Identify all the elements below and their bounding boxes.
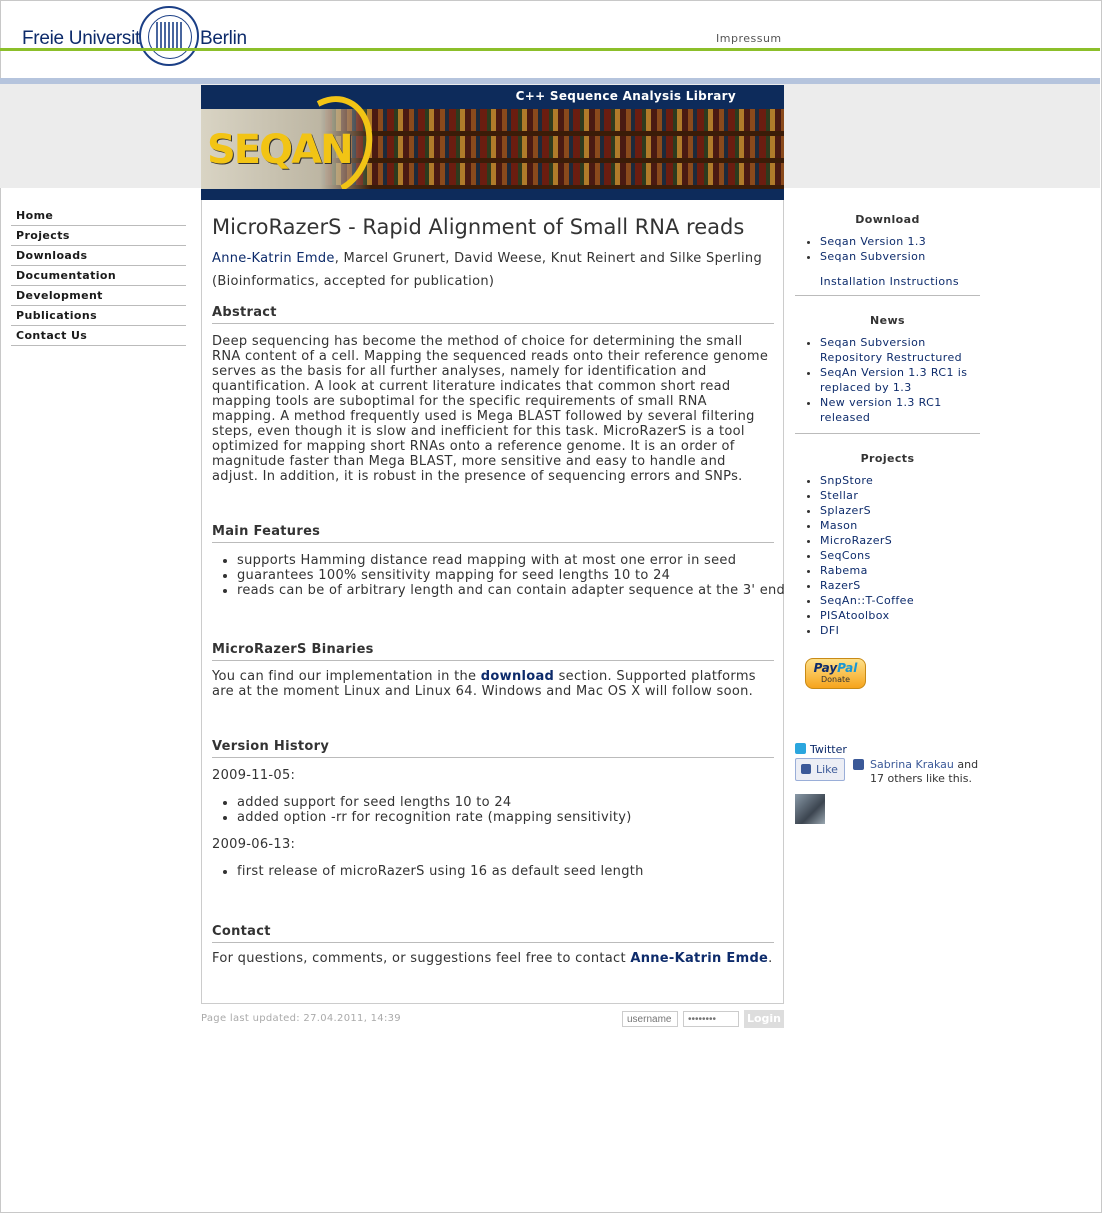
project-link[interactable]: DFI bbox=[820, 624, 839, 637]
list-item: Seqan Subversion bbox=[820, 249, 980, 264]
list-item: Seqan Subversion Repository Restructured bbox=[820, 335, 980, 365]
twitter-link[interactable]: Twitter bbox=[810, 743, 847, 756]
list-item: Mason bbox=[820, 518, 980, 533]
list-item: added support for seed lengths 10 to 24 bbox=[237, 795, 774, 810]
project-link[interactable]: Rabema bbox=[820, 564, 868, 577]
author-link[interactable]: Anne-Katrin Emde bbox=[212, 251, 335, 266]
fu-logo-right: Berlin bbox=[200, 28, 247, 49]
project-link[interactable]: Stellar bbox=[820, 489, 858, 502]
main-nav: Home Projects Downloads Documentation De… bbox=[11, 207, 186, 347]
contact-link[interactable]: Anne-Katrin Emde bbox=[630, 951, 768, 966]
nav-item-documentation[interactable]: Documentation bbox=[11, 267, 186, 286]
download-list: Seqan Version 1.3 Seqan Subversion bbox=[795, 234, 980, 264]
banner-tagline: C++ Sequence Analysis Library bbox=[515, 89, 736, 103]
list-item: MicroRazerS bbox=[820, 533, 980, 548]
contact-heading: Contact bbox=[212, 924, 774, 943]
password-input[interactable] bbox=[683, 1011, 739, 1027]
project-link[interactable]: SnpStore bbox=[820, 474, 873, 487]
seqan-banner: C++ Sequence Analysis Library SEQAN bbox=[201, 85, 784, 200]
binaries-heading: MicroRazerS Binaries bbox=[212, 642, 774, 661]
facebook-like-button[interactable]: Like bbox=[795, 758, 845, 781]
project-link[interactable]: RazerS bbox=[820, 579, 861, 592]
fb-friend-link[interactable]: Sabrina Krakau bbox=[870, 758, 954, 771]
list-item: DFI bbox=[820, 623, 980, 638]
username-input[interactable] bbox=[622, 1011, 678, 1027]
list-item: added option -rr for recognition rate (m… bbox=[237, 810, 774, 825]
list-item: guarantees 100% sensitivity mapping for … bbox=[237, 568, 774, 583]
list-item: RazerS bbox=[820, 578, 980, 593]
features-heading: Main Features bbox=[212, 524, 774, 543]
download-heading: Download bbox=[855, 213, 920, 226]
projects-list: SnpStore Stellar SplazerS Mason MicroRaz… bbox=[795, 473, 980, 638]
install-instructions-link[interactable]: Installation Instructions bbox=[820, 275, 959, 288]
project-link[interactable]: SeqAn::T-Coffee bbox=[820, 594, 914, 607]
list-item: New version 1.3 RC1 released bbox=[820, 395, 980, 425]
projects-heading: Projects bbox=[860, 452, 915, 465]
avatar[interactable] bbox=[795, 794, 825, 824]
news-heading: News bbox=[870, 314, 905, 327]
sidebar-link[interactable]: Seqan Subversion bbox=[820, 250, 926, 263]
abstract-text: Deep sequencing has become the method of… bbox=[212, 334, 769, 484]
impressum-link[interactable]: Impressum bbox=[716, 32, 782, 45]
news-list: Seqan Subversion Repository Restructured… bbox=[795, 335, 980, 425]
history-list: added support for seed lengths 10 to 24 … bbox=[212, 795, 774, 825]
login-button[interactable]: Login bbox=[744, 1010, 784, 1028]
list-item: SeqCons bbox=[820, 548, 980, 563]
facebook-icon bbox=[853, 759, 864, 770]
main-content: MicroRazerS - Rapid Alignment of Small R… bbox=[201, 200, 785, 1004]
nav-item-contact[interactable]: Contact Us bbox=[11, 327, 186, 346]
features-list: supports Hamming distance read mapping w… bbox=[212, 553, 785, 598]
binaries-text: You can find our implementation in the d… bbox=[212, 669, 756, 699]
twitter-icon[interactable] bbox=[795, 743, 806, 754]
list-item: supports Hamming distance read mapping w… bbox=[237, 553, 774, 568]
venue: (Bioinformatics, accepted for publicatio… bbox=[212, 274, 495, 289]
project-link[interactable]: SplazerS bbox=[820, 504, 871, 517]
authors: Anne-Katrin Emde, Marcel Grunert, David … bbox=[212, 251, 774, 266]
list-item: SeqAn Version 1.3 RC1 is replaced by 1.3 bbox=[820, 365, 980, 395]
list-item: Seqan Version 1.3 bbox=[820, 234, 980, 249]
thumbs-up-icon bbox=[801, 764, 811, 774]
history-date: 2009-11-05: bbox=[212, 768, 296, 783]
list-item: SeqAn::T-Coffee bbox=[820, 593, 980, 608]
list-item: SnpStore bbox=[820, 473, 980, 488]
news-link[interactable]: New version 1.3 RC1 released bbox=[820, 396, 942, 424]
donate-label: Donate bbox=[820, 675, 851, 684]
nav-item-projects[interactable]: Projects bbox=[11, 227, 186, 246]
news-link[interactable]: Seqan Subversion Repository Restructured bbox=[820, 336, 962, 364]
fu-seal-icon[interactable] bbox=[139, 6, 199, 66]
sidebar-link[interactable]: Seqan Version 1.3 bbox=[820, 235, 926, 248]
nav-item-home[interactable]: Home bbox=[11, 207, 186, 226]
fu-logo-left: Freie Universität bbox=[22, 28, 156, 49]
list-item: Stellar bbox=[820, 488, 980, 503]
nav-item-development[interactable]: Development bbox=[11, 287, 186, 306]
history-heading: Version History bbox=[212, 739, 774, 758]
list-item: first release of microRazerS using 16 as… bbox=[237, 864, 774, 879]
project-link[interactable]: SeqCons bbox=[820, 549, 871, 562]
list-item: PISAtoolbox bbox=[820, 608, 980, 623]
abstract-heading: Abstract bbox=[212, 305, 774, 324]
page-title: MicroRazerS - Rapid Alignment of Small R… bbox=[212, 215, 745, 239]
history-list: first release of microRazerS using 16 as… bbox=[212, 864, 774, 879]
banner-tagline-bar: C++ Sequence Analysis Library bbox=[201, 85, 784, 109]
news-link[interactable]: SeqAn Version 1.3 RC1 is replaced by 1.3 bbox=[820, 366, 967, 394]
list-item: SplazerS bbox=[820, 503, 980, 518]
project-link[interactable]: PISAtoolbox bbox=[820, 609, 890, 622]
last-updated: Page last updated: 27.04.2011, 14:39 bbox=[201, 1013, 401, 1024]
project-link[interactable]: MicroRazerS bbox=[820, 534, 892, 547]
contact-text: For questions, comments, or suggestions … bbox=[212, 951, 773, 966]
header-green-rule bbox=[0, 48, 1100, 51]
nav-item-downloads[interactable]: Downloads bbox=[11, 247, 186, 266]
list-item: Rabema bbox=[820, 563, 980, 578]
project-link[interactable]: Mason bbox=[820, 519, 858, 532]
other-authors: , Marcel Grunert, David Weese, Knut Rein… bbox=[334, 251, 762, 266]
right-sidebar: Download Seqan Version 1.3 Seqan Subvers… bbox=[795, 213, 980, 638]
list-item: reads can be of arbitrary length and can… bbox=[237, 583, 785, 598]
history-date: 2009-06-13: bbox=[212, 837, 296, 852]
paypal-donate-button[interactable]: PayPal Donate bbox=[805, 658, 866, 689]
nav-item-publications[interactable]: Publications bbox=[11, 307, 186, 326]
fu-logo[interactable]: Freie Universität Berlin bbox=[22, 28, 247, 50]
seqan-logo[interactable]: SEQAN bbox=[207, 127, 354, 173]
facebook-like-summary: Sabrina Krakau and 17 others like this. bbox=[870, 758, 979, 785]
download-link[interactable]: download bbox=[481, 669, 554, 684]
